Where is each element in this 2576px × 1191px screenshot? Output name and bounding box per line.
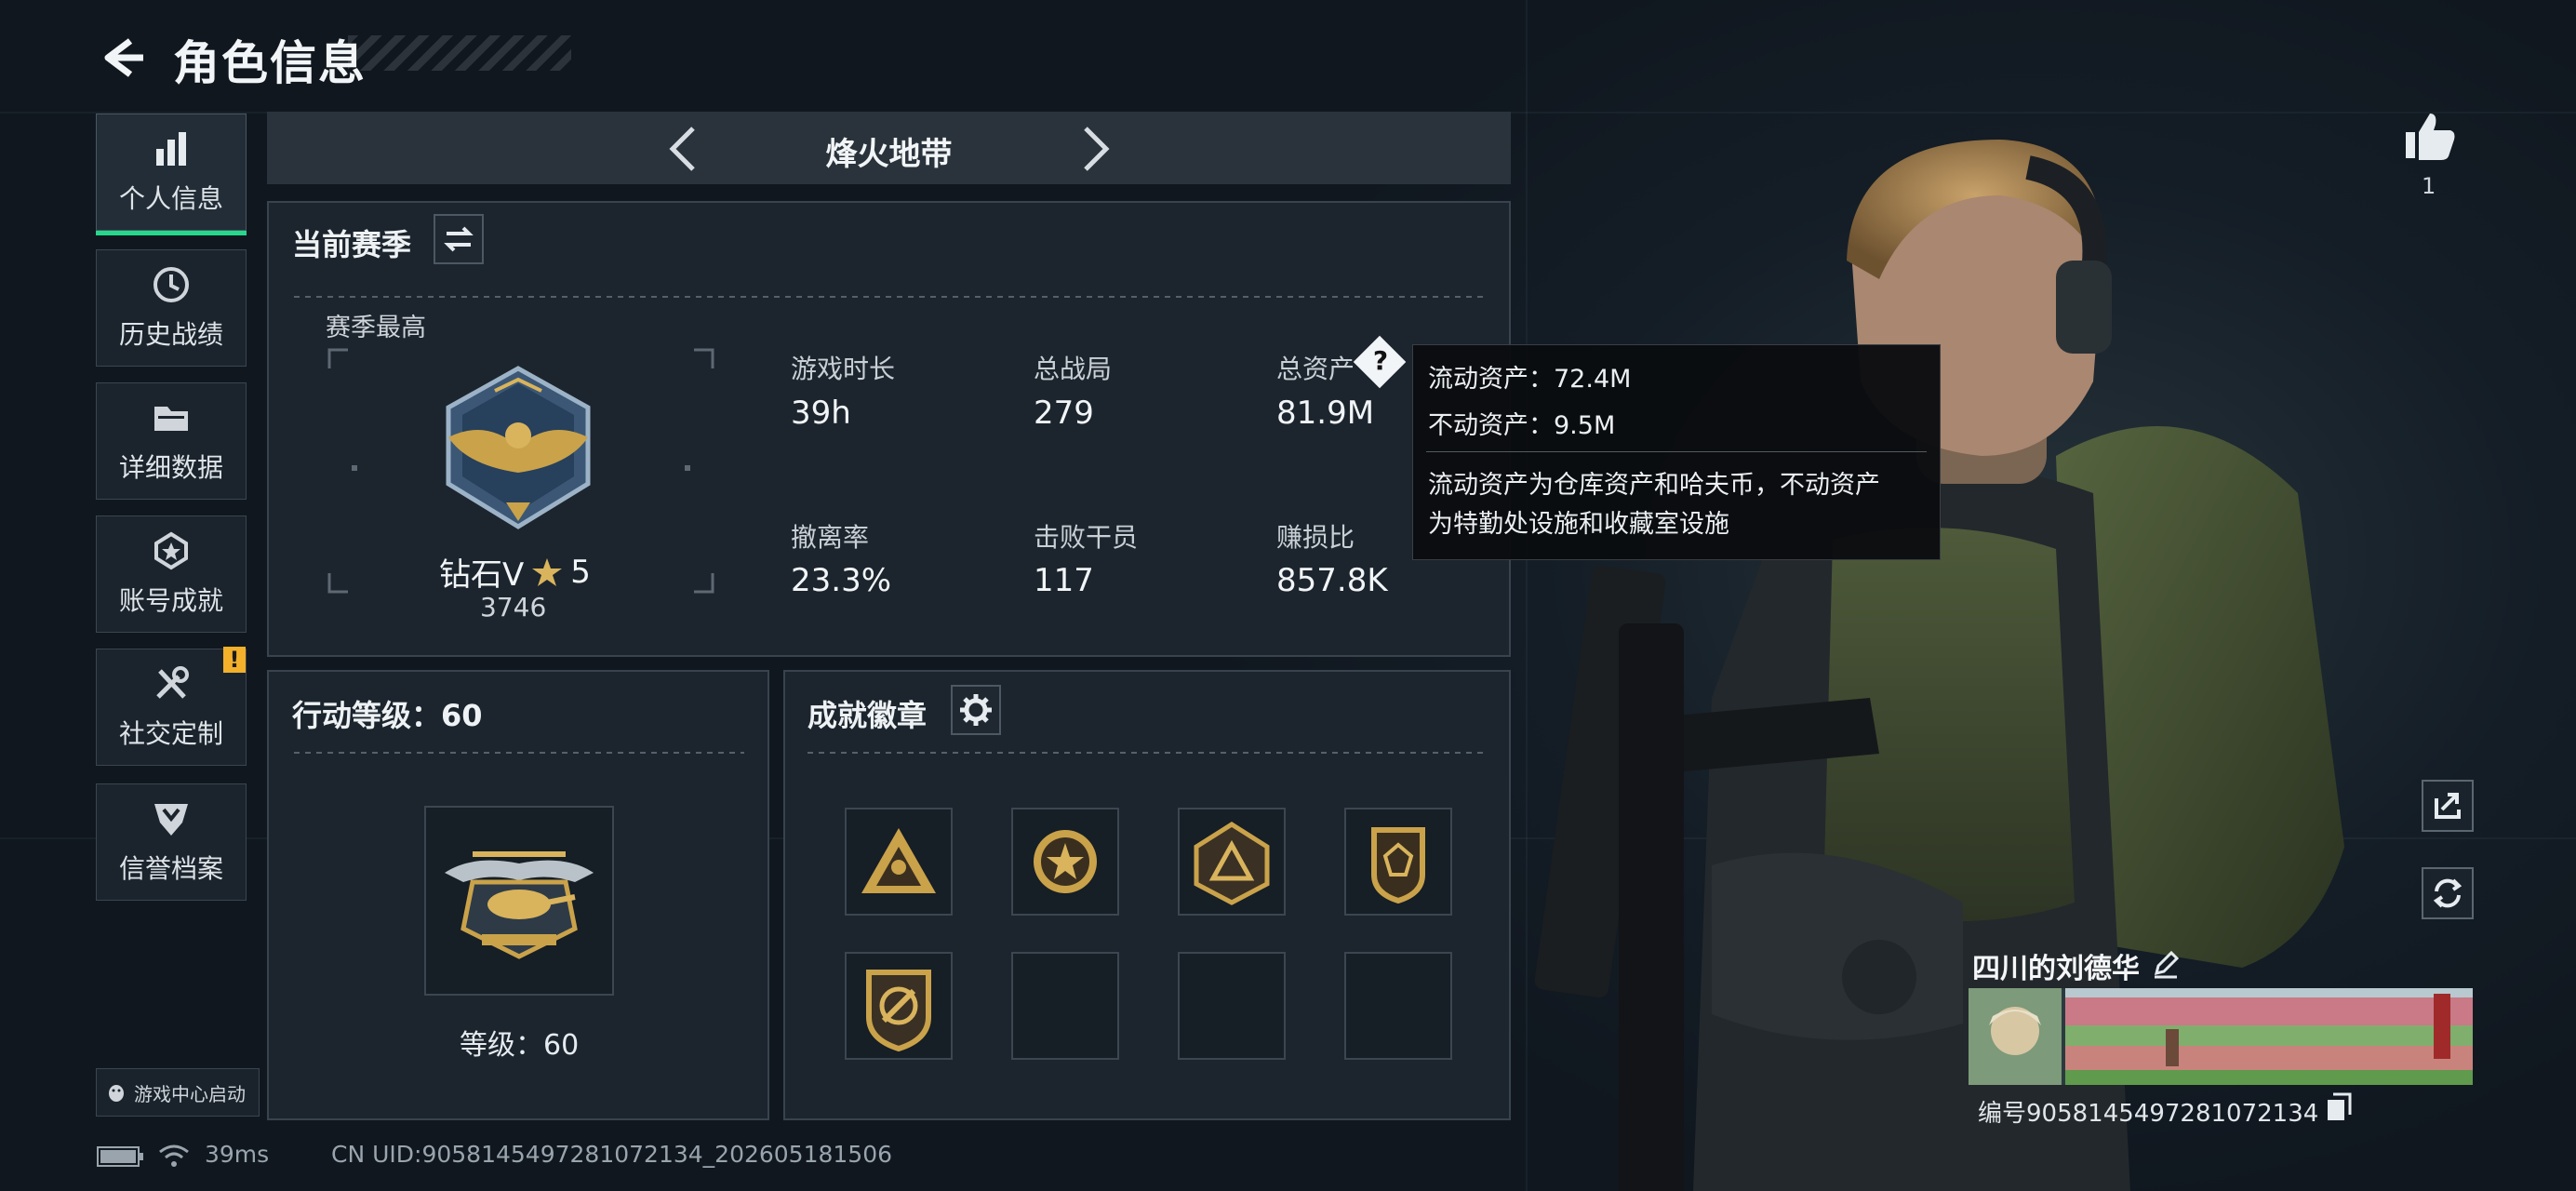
notification-badge: ! <box>223 647 246 673</box>
gem-shield-badge-icon <box>1371 827 1425 904</box>
stat-label: 击败干员 <box>1034 522 1139 553</box>
badge-slot[interactable] <box>845 952 953 1060</box>
stat-label: 总资产 <box>1276 354 1355 384</box>
stat-label: 总战局 <box>1034 354 1113 384</box>
page-title: 角色信息 <box>173 36 367 90</box>
divider <box>294 752 744 754</box>
rank-name: 钻石V <box>439 556 525 594</box>
title-decoration <box>348 35 571 71</box>
action-level-title: 行动等级：60 <box>292 698 483 733</box>
player-card[interactable] <box>1969 988 2473 1085</box>
active-indicator <box>96 231 247 235</box>
compass-shield-badge-icon <box>866 970 931 1052</box>
action-level-caption: 等级：60 <box>460 1029 580 1062</box>
folder-icon <box>154 407 188 431</box>
badge-slot-empty[interactable] <box>1011 952 1119 1060</box>
penguin-icon <box>109 1085 124 1102</box>
sidebar-item-label: 账号成就 <box>118 585 223 616</box>
divider <box>808 752 1485 754</box>
like-count: 1 <box>2422 173 2436 199</box>
badge-slot[interactable] <box>1011 808 1119 916</box>
player-card-banner <box>1969 988 2473 1085</box>
refresh-button[interactable] <box>2422 867 2474 919</box>
badges-settings-button[interactable] <box>951 685 1001 735</box>
season-title: 当前赛季 <box>292 227 412 262</box>
assets-tooltip: 流动资产：72.4M 不动资产：9.5M 流动资产为仓库资产和哈夫币，不动资产 … <box>1412 344 1941 560</box>
thumbs-up-icon[interactable] <box>2402 110 2458 162</box>
launcher-label: 游戏中心启动 <box>134 1082 246 1105</box>
refresh-icon <box>2433 878 2463 908</box>
stat-label: 游戏时长 <box>791 354 896 384</box>
star-icon <box>532 557 563 586</box>
sidebar-item-label: 个人信息 <box>118 183 223 214</box>
sidebar-item-details[interactable]: 详细数据 <box>96 382 247 500</box>
stat-value: 81.9M <box>1276 395 1375 432</box>
gear-icon <box>960 694 992 726</box>
triangle-badge-icon <box>1194 822 1270 905</box>
squad-badge-icon <box>861 828 936 893</box>
season-best-label: 赛季最高 <box>326 314 426 342</box>
ping-value: 39ms <box>205 1141 270 1168</box>
tooltip-description: 为特勤处设施和收藏室设施 <box>1428 510 1729 539</box>
badge-slot[interactable] <box>1344 808 1452 916</box>
medal-icon <box>154 531 188 570</box>
rank-stars: 5 <box>570 553 591 591</box>
share-button[interactable] <box>2422 780 2474 832</box>
badge-slot[interactable] <box>1178 808 1286 916</box>
stat-label: 撤离率 <box>791 522 870 553</box>
mode-selector: 烽火地带 <box>267 112 1511 184</box>
chevron-right-icon[interactable] <box>1076 125 1114 173</box>
sidebar-item-label: 社交定制 <box>118 718 223 749</box>
stat-value: 39h <box>791 395 851 432</box>
player-name: 四川的刘德华 <box>1972 953 2140 985</box>
tooltip-liquid-assets: 流动资产：72.4M <box>1428 365 1632 394</box>
shield-rank-icon <box>154 804 188 836</box>
sidebar-item-label: 信誉档案 <box>118 853 223 884</box>
uid-text: CN UID:9058145497281072134_202605181506 <box>331 1141 893 1168</box>
back-arrow-icon[interactable] <box>100 37 147 78</box>
tools-icon <box>156 666 189 699</box>
tooltip-divider <box>1426 451 1927 452</box>
sidebar-item-profile[interactable]: 个人信息 <box>96 114 247 235</box>
sidebar-item-history[interactable]: 历史战绩 <box>96 249 247 367</box>
sidebar-item-label: 详细数据 <box>118 452 223 483</box>
sidebar-item-achievements[interactable]: 账号成就 <box>96 515 247 633</box>
star-badge-icon <box>1034 830 1097 893</box>
badge-slot[interactable] <box>845 808 953 916</box>
stat-value: 117 <box>1034 562 1094 599</box>
rank-emblem-icon <box>446 366 591 529</box>
badges-title: 成就徽章 <box>808 698 928 733</box>
rank-row: 钻石V 5 <box>439 549 591 595</box>
mode-title: 烽火地带 <box>825 136 953 173</box>
battery-icon <box>97 1146 143 1167</box>
tooltip-fixed-assets: 不动资产：9.5M <box>1428 411 1616 440</box>
tooltip-description: 流动资产为仓库资产和哈夫币，不动资产 <box>1428 471 1880 500</box>
bar-chart-icon <box>156 132 186 166</box>
edit-name-icon[interactable] <box>2151 949 2181 979</box>
season-switch-button[interactable] <box>434 214 484 264</box>
badge-slot-empty[interactable] <box>1344 952 1452 1060</box>
clock-history-icon <box>153 267 189 302</box>
sidebar-item-reputation[interactable]: 信誉档案 <box>96 783 247 901</box>
stat-value: 279 <box>1034 395 1094 432</box>
help-icon[interactable]: ? <box>1367 342 1395 380</box>
share-icon <box>2435 793 2461 819</box>
badge-slot-empty[interactable] <box>1178 952 1286 1060</box>
stat-value: 23.3% <box>791 562 892 599</box>
divider <box>294 296 1485 298</box>
rank-score: 3746 <box>480 592 547 622</box>
helicopter-badge-icon <box>445 851 594 959</box>
stat-label: 赚损比 <box>1276 522 1355 553</box>
wifi-icon <box>159 1144 189 1167</box>
swap-icon <box>444 226 474 252</box>
sidebar-item-label: 历史战绩 <box>118 319 223 350</box>
copy-icon[interactable] <box>2326 1092 2352 1122</box>
game-center-launch-button[interactable]: 游戏中心启动 <box>96 1068 260 1117</box>
stat-value: 857.8K <box>1276 562 1388 599</box>
player-id: 编号9058145497281072134 <box>1978 1100 2319 1128</box>
